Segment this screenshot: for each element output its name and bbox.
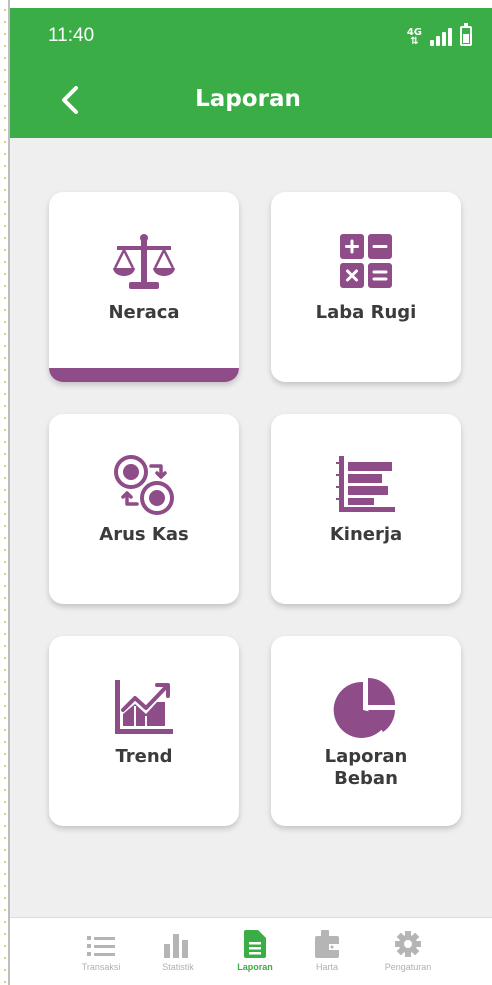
menu-card-laba-rugi[interactable]: Laba Rugi	[271, 192, 461, 382]
menu-card-label: Laporan Beban	[324, 746, 408, 789]
menu-card-label: Neraca	[108, 302, 180, 323]
status-time: 11:40	[48, 25, 95, 46]
bar-chart-icon	[138, 930, 218, 958]
document-icon	[215, 930, 295, 958]
network-type-icon: 4G ⇅	[407, 28, 422, 47]
wallet-icon	[287, 930, 367, 958]
menu-card-label: Kinerja	[329, 524, 403, 545]
menu-card-trend[interactable]: Trend	[49, 636, 239, 826]
app-header: 11:40 4G ⇅ Laporan	[10, 8, 492, 138]
cash-flow-icon	[49, 454, 239, 516]
gear-icon	[368, 930, 448, 958]
data-arrows-icon: ⇅	[410, 36, 419, 47]
pie-chart-icon	[271, 676, 461, 738]
list-icon	[61, 930, 141, 958]
nav-label: Pengaturan	[384, 962, 432, 972]
menu-card-label: Arus Kas	[99, 524, 189, 545]
battery-icon	[460, 23, 472, 46]
nav-item-pengaturan[interactable]: Pengaturan	[368, 930, 448, 972]
trend-chart-icon	[49, 676, 239, 738]
nav-item-transaksi[interactable]: Transaksi	[61, 930, 141, 972]
nav-label: Statistik	[162, 962, 194, 972]
selected-indicator	[49, 368, 239, 382]
menu-card-arus-kas[interactable]: Arus Kas	[49, 414, 239, 604]
page-title: Laporan	[195, 86, 301, 112]
nav-label: Transaksi	[81, 962, 121, 972]
nav-label: Laporan	[237, 962, 273, 972]
menu-card-label: Laba Rugi	[315, 302, 417, 323]
app-screen: 11:40 4G ⇅ Laporan Neraca Laba Rugi Arus…	[10, 8, 492, 985]
menu-card-neraca[interactable]: Neraca	[49, 192, 239, 382]
bottom-nav: Transaksi Statistik Laporan Harta Pengat…	[10, 917, 492, 985]
nav-item-harta[interactable]: Harta	[287, 930, 367, 972]
margin-dots	[0, 0, 8, 985]
status-icons: 4G ⇅	[407, 22, 472, 47]
balance-scale-icon	[49, 232, 239, 294]
nav-item-laporan[interactable]: Laporan	[215, 930, 295, 972]
calculator-icon	[271, 232, 461, 294]
menu-card-kinerja[interactable]: Kinerja	[271, 414, 461, 604]
bar-list-icon	[271, 454, 461, 516]
signal-icon	[430, 28, 452, 46]
nav-label: Harta	[315, 962, 338, 972]
menu-card-label: Trend	[115, 746, 173, 767]
nav-item-statistik[interactable]: Statistik	[138, 930, 218, 972]
menu-card-laporan-beban[interactable]: Laporan Beban	[271, 636, 461, 826]
